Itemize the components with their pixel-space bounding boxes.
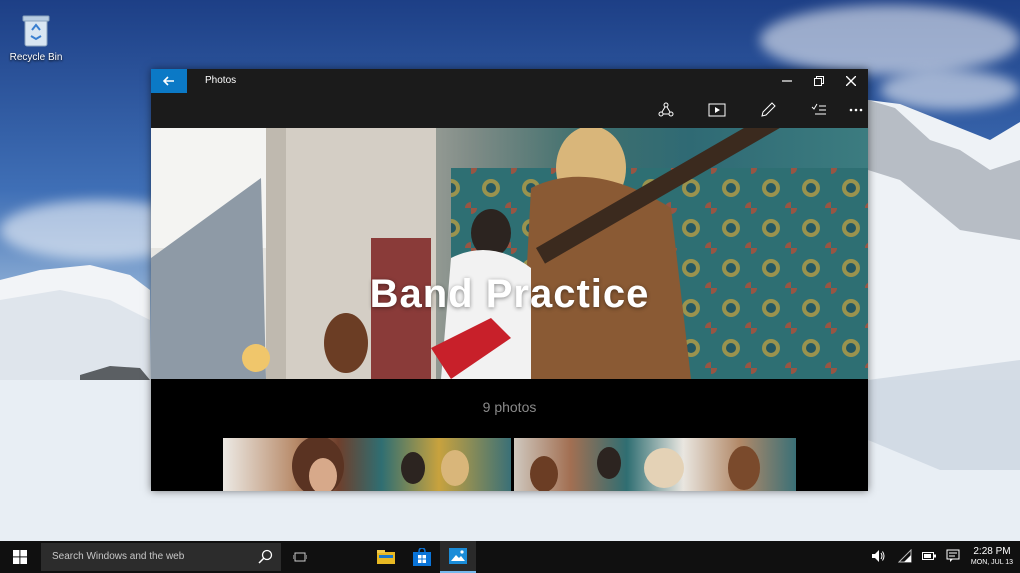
photos-icon: [449, 548, 467, 564]
clock-time: 2:28 PM: [973, 546, 1011, 557]
minimize-icon: [782, 80, 792, 82]
more-button[interactable]: [843, 99, 868, 121]
recycle-bin-shortcut[interactable]: Recycle Bin: [8, 14, 64, 63]
search-icon: [258, 549, 273, 564]
share-icon: [658, 102, 674, 117]
slideshow-icon: [708, 103, 726, 117]
photo-count: 9 photos: [482, 399, 537, 415]
recycle-bin-icon: [21, 14, 51, 48]
file-explorer-icon: [377, 550, 395, 564]
album-title: Band Practice: [369, 272, 650, 316]
close-button[interactable]: [835, 69, 867, 93]
battery-icon[interactable]: [922, 552, 936, 560]
volume-icon[interactable]: [871, 549, 885, 563]
minimize-button[interactable]: [771, 69, 803, 93]
restore-icon: [814, 76, 824, 86]
command-bar: [151, 93, 868, 128]
title-bar: Photos: [151, 69, 868, 93]
search-placeholder: Search Windows and the web: [52, 551, 185, 562]
edit-icon: [761, 102, 776, 117]
taskbar-file-explorer[interactable]: [368, 541, 404, 573]
search-box[interactable]: Search Windows and the web: [41, 543, 281, 571]
select-icon: [811, 103, 826, 115]
task-view-button[interactable]: [282, 541, 318, 573]
store-icon: [413, 548, 431, 566]
back-arrow-icon: [163, 76, 174, 86]
restore-button[interactable]: [803, 69, 835, 93]
taskbar: Search Windows and the web 2:28 PM MON, …: [0, 541, 1020, 573]
clock[interactable]: 2:28 PM MON, JUL 13: [968, 546, 1016, 568]
close-icon: [846, 76, 856, 86]
back-button[interactable]: [151, 69, 187, 93]
photo-thumbnail[interactable]: [514, 438, 796, 491]
recycle-bin-label: Recycle Bin: [9, 52, 63, 63]
network-icon[interactable]: [898, 549, 912, 563]
album-cover-image[interactable]: Band Practice: [151, 128, 868, 379]
photos-window: Photos Band Practice 9 photos: [151, 69, 868, 491]
taskbar-store[interactable]: [404, 541, 440, 573]
share-button[interactable]: [653, 99, 679, 121]
task-view-icon: [293, 552, 307, 562]
taskbar-photos[interactable]: [440, 541, 476, 573]
edit-button[interactable]: [755, 99, 781, 121]
clock-date: MON, JUL 13: [970, 559, 1014, 566]
slideshow-button[interactable]: [704, 99, 730, 121]
notifications-icon[interactable]: [946, 549, 960, 563]
select-button[interactable]: [806, 99, 832, 121]
windows-logo-icon: [13, 550, 27, 564]
window-title: Photos: [205, 75, 237, 86]
photo-thumbnail[interactable]: [223, 438, 511, 491]
start-button[interactable]: [0, 541, 40, 573]
more-icon: [849, 108, 863, 112]
